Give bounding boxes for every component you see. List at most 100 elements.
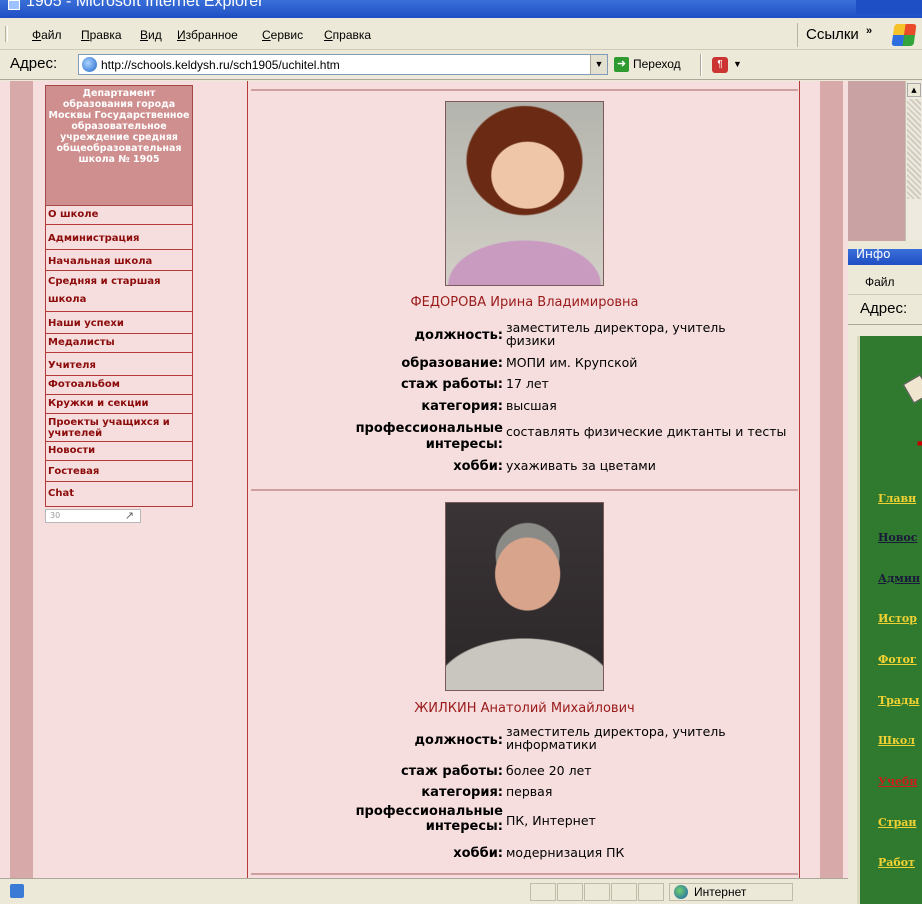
address-url[interactable]: http://schools.keldysh.ru/sch1905/uchite…	[101, 58, 340, 72]
nav-guestbook[interactable]: Гостевая	[45, 461, 193, 482]
field-label: профессиональные интересы:	[355, 804, 503, 834]
nav-about[interactable]: О школе	[45, 206, 193, 225]
menu-help[interactable]: Справка	[324, 28, 371, 42]
go-button[interactable]: ➜ Переход	[612, 55, 694, 75]
bg-address-bar: Адрес:	[848, 295, 922, 325]
bg-nav-link[interactable]: Работ	[878, 856, 915, 869]
bg-nav-link[interactable]: Фотог	[878, 653, 917, 666]
page-viewport: Департамент образования города Москвы Го…	[0, 81, 848, 878]
bg-nav-link[interactable]: Учебн	[878, 775, 917, 788]
scroll-up-icon[interactable]: ▲	[907, 83, 921, 97]
menu-favorites[interactable]: Избранное	[177, 28, 238, 42]
menu-edit[interactable]: Правка	[81, 28, 122, 42]
bg-nav-link[interactable]: Истор	[878, 612, 917, 625]
nav-clubs[interactable]: Кружки и секции	[45, 395, 193, 414]
tool-dropdown-icon[interactable]: ▼	[733, 59, 742, 69]
bg-menu-bar: Файл	[848, 267, 922, 295]
toolbar-grip[interactable]	[5, 26, 8, 42]
bg-address-label: Адрес:	[860, 300, 908, 317]
vertical-scrollbar[interactable]: ▲	[905, 81, 922, 241]
page-status-icon	[10, 884, 24, 898]
field-value: составлять физические диктанты и тесты	[506, 424, 787, 439]
links-label: Ссылки	[806, 26, 859, 43]
field-value: ухаживать за цветами	[506, 458, 656, 473]
translate-tool-icon[interactable]: ¶	[712, 57, 728, 73]
teacher-name: ФЕДОРОВА Ирина Владимировна	[410, 295, 639, 310]
nav-middle-high-school[interactable]: Средняя и старшая школа	[45, 271, 193, 312]
status-bar: Интернет	[0, 878, 848, 904]
bg-nav-link[interactable]: Главн	[878, 492, 916, 505]
decor-stripe-right	[820, 81, 843, 878]
divider	[251, 489, 798, 491]
nav-photo-album[interactable]: Фотоальбом	[45, 376, 193, 395]
security-zone[interactable]: Интернет	[669, 883, 793, 901]
bg-window-title: Инфо	[856, 247, 891, 261]
field-value: модернизация ПК	[506, 845, 625, 860]
field-value: 17 лет	[506, 376, 549, 391]
bg-page-area	[848, 81, 905, 241]
visit-counter[interactable]: 30 ↗	[45, 509, 141, 523]
field-label: категория:	[421, 399, 503, 414]
field-label: образование:	[401, 356, 503, 371]
status-segment	[584, 883, 610, 901]
decor-stripe-left	[10, 81, 33, 878]
school-title-box: Департамент образования города Москвы Го…	[45, 85, 193, 206]
go-arrow-icon: ➜	[614, 57, 629, 72]
zone-label: Интернет	[694, 885, 747, 899]
right-column	[800, 81, 820, 878]
field-label: хобби:	[453, 846, 503, 861]
field-value: первая	[506, 784, 553, 799]
left-column: Департамент образования города Москвы Го…	[33, 81, 247, 878]
status-segment	[611, 883, 637, 901]
bg-nav-link[interactable]: Школ	[878, 734, 915, 747]
status-segment	[557, 883, 583, 901]
counter-arrow-icon: ↗	[124, 509, 134, 522]
bg-site-menu: ✚ Главн Новос Админ Истор Фотог Трады Шк…	[857, 336, 922, 904]
links-chevron-icon[interactable]: »	[866, 25, 872, 37]
scroll-thumb[interactable]	[907, 99, 921, 199]
menu-bar: Файл Правка Вид Избранное Сервис Справка…	[0, 18, 922, 50]
address-dropdown-icon[interactable]: ▼	[590, 55, 607, 74]
field-label: должность:	[414, 328, 503, 343]
bg-site-logo-icon	[902, 374, 922, 404]
teacher-photo	[445, 101, 604, 286]
bg-nav-link[interactable]: Трады	[878, 694, 919, 707]
internet-globe-icon	[674, 885, 688, 899]
menu-view[interactable]: Вид	[140, 28, 162, 42]
bg-cross-icon: ✚	[917, 434, 922, 455]
bg-nav-link[interactable]: Админ	[878, 572, 920, 585]
bg-nav-link[interactable]: Новос	[878, 531, 917, 544]
toolbar-separator	[700, 54, 702, 76]
field-value: МОПИ им. Крупской	[506, 355, 638, 370]
field-value: более 20 лет	[506, 763, 592, 778]
nav-projects[interactable]: Проекты учащихся и учителей	[45, 414, 193, 442]
menu-file[interactable]: Файл	[32, 28, 62, 42]
nav-primary-school[interactable]: Начальная школа	[45, 250, 193, 271]
nav-news[interactable]: Новости	[45, 442, 193, 461]
nav-medalists[interactable]: Медалисты	[45, 334, 193, 353]
field-value: высшая	[506, 398, 557, 413]
field-value: заместитель директора, учитель информати…	[506, 724, 726, 752]
field-label: стаж работы:	[400, 764, 503, 779]
bg-nav-link[interactable]: Стран	[878, 816, 916, 829]
status-segment	[530, 883, 556, 901]
field-value: ПК, Интернет	[506, 813, 596, 828]
menu-tools[interactable]: Сервис	[262, 28, 303, 42]
page-icon	[82, 57, 97, 72]
nav-achievements[interactable]: Наши успехи	[45, 312, 193, 334]
nav-teachers[interactable]: Учителя	[45, 353, 193, 376]
field-label: должность:	[414, 733, 503, 748]
divider	[251, 89, 798, 91]
bg-menu-file[interactable]: Файл	[865, 275, 895, 289]
field-value: заместитель директора, учитель физики	[506, 320, 726, 348]
nav-administration[interactable]: Администрация	[45, 225, 193, 250]
field-label: профессиональные интересы:	[355, 421, 503, 452]
field-label: категория:	[421, 785, 503, 800]
background-browser-window[interactable]: ▲ Инфо Файл Адрес: ✚ Главн Новос Админ И…	[848, 81, 922, 904]
links-toolbar[interactable]: Ссылки »	[797, 23, 891, 47]
nav-chat[interactable]: Chat	[45, 482, 193, 507]
field-label: хобби:	[453, 459, 503, 474]
address-input[interactable]: http://schools.keldysh.ru/sch1905/uchite…	[78, 54, 608, 75]
window-control-buttons[interactable]	[856, 0, 922, 14]
bg-window-titlebar[interactable]: Инфо	[848, 247, 922, 265]
